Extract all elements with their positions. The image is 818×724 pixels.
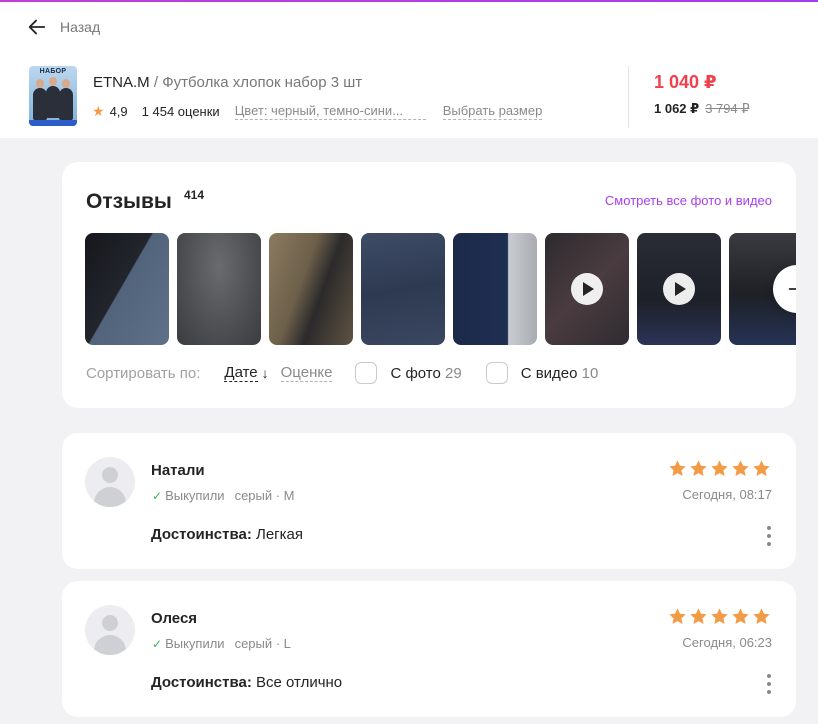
star-icon xyxy=(669,608,686,624)
filter-photo-text: С фото xyxy=(390,364,441,382)
review-date: Сегодня, 06:23 xyxy=(682,635,772,650)
sort-by-rating[interactable]: Оценке xyxy=(280,364,333,382)
review-author: Натали xyxy=(151,462,205,479)
sort-by-date[interactable]: Дате xyxy=(224,364,258,382)
current-price: 1 040 ₽ xyxy=(654,72,717,92)
pros-text: Все отлично xyxy=(256,674,343,691)
wallet-price: 1 062 ₽ xyxy=(654,101,700,116)
bought-label: Выкупили xyxy=(165,636,225,651)
product-rating: 4,9 xyxy=(109,104,128,119)
star-icon xyxy=(753,460,770,476)
reviews-count: 414 xyxy=(184,188,205,202)
check-icon: ✓ xyxy=(152,637,163,651)
back-label: Назад xyxy=(60,19,101,35)
brand-name[interactable]: ETNA.M xyxy=(93,74,150,91)
star-icon xyxy=(690,460,707,476)
star-icon xyxy=(732,460,749,476)
star-icon xyxy=(711,460,728,476)
review-photo[interactable] xyxy=(269,233,353,345)
star-icon: ★ xyxy=(92,103,105,119)
purchase-info: ✓ Выкупили серый · L xyxy=(152,636,291,651)
price-divider xyxy=(628,66,629,128)
review-pros: Достоинства: Все отлично xyxy=(151,674,342,691)
filter-video-count: 10 xyxy=(581,364,599,382)
product-header: Назад НАБОР ETNA.M / Футболка хлопок наб… xyxy=(0,2,818,138)
review-card: Натали ✓ Выкупили серый · M Сегодня, 08:17… xyxy=(62,433,796,569)
product-meta: ★ 4,9 1 454 оценки Цвет: черный, темно-с… xyxy=(92,103,543,120)
thumbnail-title: НАБОР xyxy=(39,68,67,75)
filter-photo-label[interactable]: С фото 29 xyxy=(390,365,461,382)
reviews-summary-card: Отзывы 414 Смотреть все фото и видео Сор… xyxy=(62,162,796,408)
filter-video-label[interactable]: С видео 10 xyxy=(521,365,599,382)
review-stars xyxy=(668,459,771,478)
pros-label: Достоинства: xyxy=(151,526,252,543)
product-title: ETNA.M / Футболка хлопок набор 3 шт xyxy=(93,74,362,91)
filter-video-checkbox[interactable] xyxy=(485,362,508,384)
product-thumbnail[interactable]: НАБОР xyxy=(29,66,77,126)
review-video[interactable] xyxy=(637,233,721,345)
pros-label: Достоинства: xyxy=(151,674,252,691)
check-icon: ✓ xyxy=(152,489,163,503)
review-photo[interactable] xyxy=(85,233,169,345)
pros-text: Легкая xyxy=(256,526,304,543)
variant-info: серый · M xyxy=(234,488,295,503)
back-button[interactable]: Назад xyxy=(26,16,100,38)
review-photo[interactable] xyxy=(361,233,445,345)
play-icon xyxy=(663,273,695,305)
star-icon xyxy=(711,608,728,624)
review-date: Сегодня, 08:17 xyxy=(682,487,772,502)
star-icon xyxy=(732,608,749,624)
play-icon xyxy=(571,273,603,305)
reviews-title: Отзывы xyxy=(86,190,172,213)
color-selector[interactable]: Цвет: черный, темно-сини... xyxy=(234,103,426,120)
bought-label: Выкупили xyxy=(165,488,225,503)
filter-photo-checkbox[interactable] xyxy=(355,362,378,384)
media-gallery xyxy=(85,233,796,345)
purchase-info: ✓ Выкупили серый · M xyxy=(152,488,295,503)
arrow-left-icon xyxy=(28,19,46,35)
arrow-right-icon xyxy=(788,288,796,290)
old-price: 3 794 ₽ xyxy=(705,101,750,116)
review-video[interactable] xyxy=(545,233,629,345)
review-pros: Достоинства: Легкая xyxy=(151,526,303,543)
filter-video-text: С видео xyxy=(520,364,578,382)
price-details: 1 062 ₽ 3 794 ₽ xyxy=(654,101,750,117)
review-photo[interactable] xyxy=(453,233,537,345)
more-options-icon[interactable] xyxy=(766,526,772,546)
sort-direction-icon: ↓ xyxy=(261,365,269,381)
avatar xyxy=(85,457,135,507)
star-icon xyxy=(753,608,770,624)
more-options-icon[interactable] xyxy=(766,674,772,694)
sort-filter-row: Сортировать по: Дате ↓ Оценке С фото 29 … xyxy=(86,360,622,386)
variant-info: серый · L xyxy=(234,636,291,651)
size-selector[interactable]: Выбрать размер xyxy=(442,103,543,120)
sort-label: Сортировать по: xyxy=(86,364,201,382)
title-separator: / xyxy=(149,74,163,91)
ratings-count: 1 454 оценки xyxy=(141,104,220,119)
star-icon xyxy=(669,460,686,476)
review-stars xyxy=(668,607,771,626)
product-name: Футболка хлопок набор 3 шт xyxy=(162,74,363,91)
star-icon xyxy=(690,608,707,624)
filter-photo-count: 29 xyxy=(445,364,462,382)
review-author: Олеся xyxy=(151,610,198,627)
review-photo[interactable] xyxy=(177,233,261,345)
review-card: Олеся ✓ Выкупили серый · L Сегодня, 06:23 … xyxy=(62,581,796,717)
avatar xyxy=(85,605,135,655)
all-media-link[interactable]: Смотреть все фото и видео xyxy=(605,193,772,208)
